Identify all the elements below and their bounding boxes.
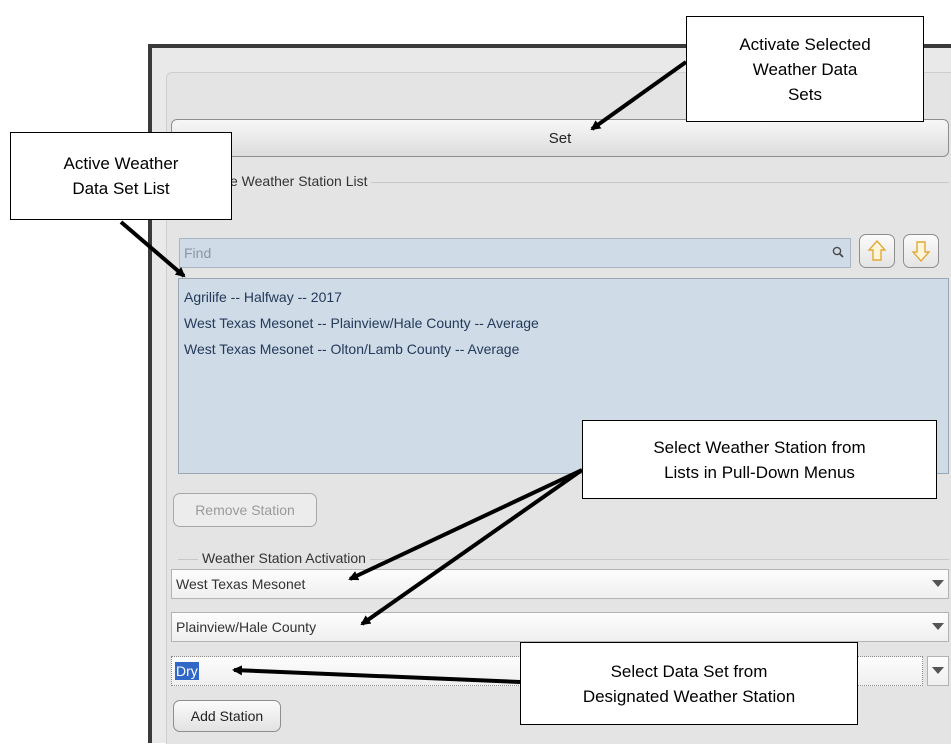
callout-select-station: Select Weather Station from Lists in Pul… xyxy=(582,420,937,499)
callout-select-dataset: Select Data Set from Designated Weather … xyxy=(520,642,858,725)
callout-active-list: Active Weather Data Set List xyxy=(10,132,232,220)
arrow-active-list xyxy=(119,220,186,278)
arrow-station-location xyxy=(360,468,584,626)
arrow-station-network xyxy=(348,468,583,581)
arrow-dataset xyxy=(232,665,521,684)
callout-activate: Activate Selected Weather Data Sets xyxy=(686,16,924,122)
arrow-activate xyxy=(590,60,688,131)
